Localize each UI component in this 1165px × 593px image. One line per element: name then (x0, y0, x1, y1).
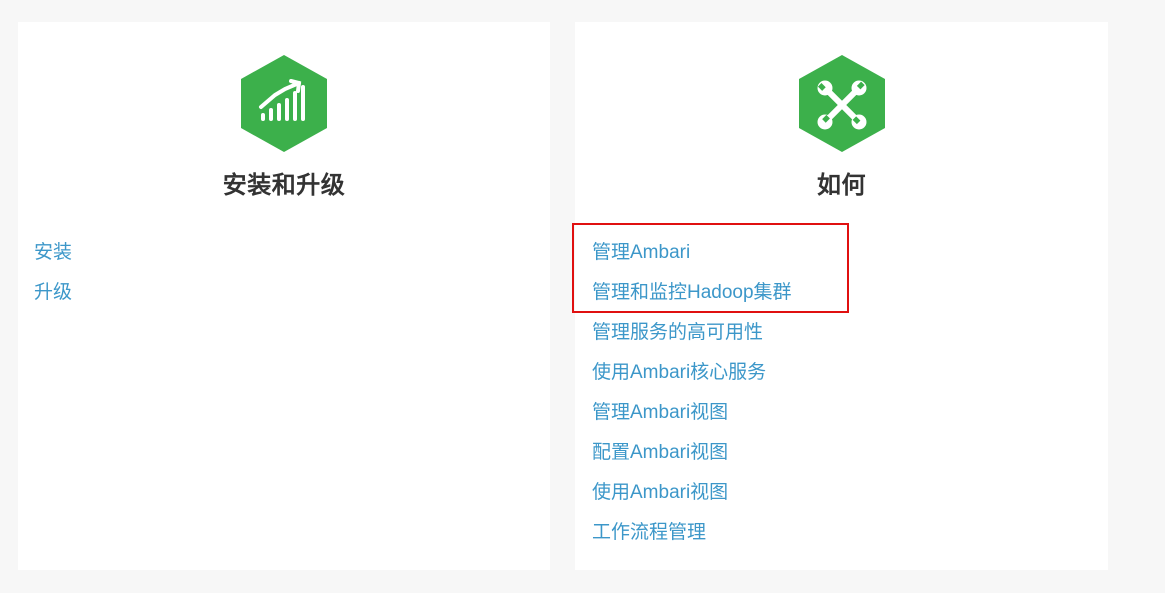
list-item: 安装 (34, 238, 72, 278)
install-link[interactable]: 安装 (34, 242, 72, 263)
list-item: 管理Ambari视图 (592, 398, 792, 438)
manage-ambari-views-link[interactable]: 管理Ambari视图 (592, 402, 728, 423)
workflow-management-link[interactable]: 工作流程管理 (592, 522, 706, 543)
upgrade-link[interactable]: 升级 (34, 282, 72, 303)
list-item: 工作流程管理 (592, 518, 792, 558)
use-ambari-views-link[interactable]: 使用Ambari视图 (592, 482, 728, 503)
list-item: 管理服务的高可用性 (592, 318, 792, 358)
ambari-core-services-link[interactable]: 使用Ambari核心服务 (592, 362, 766, 383)
install-upgrade-card: 安装和升级 安装 升级 (18, 22, 550, 570)
list-item: 配置Ambari视图 (592, 438, 792, 478)
chart-growth-icon (241, 55, 327, 152)
card-title: 如何 (817, 172, 866, 199)
list-item: 使用Ambari核心服务 (592, 358, 792, 398)
link-list: 安装 升级 (34, 238, 72, 318)
wrench-cross-icon (799, 55, 885, 152)
card-title: 安装和升级 (222, 172, 346, 199)
list-item: 使用Ambari视图 (592, 478, 792, 518)
configure-ambari-views-link[interactable]: 配置Ambari视图 (592, 442, 728, 463)
service-high-availability-link[interactable]: 管理服务的高可用性 (592, 322, 763, 343)
highlight-box (572, 223, 849, 313)
list-item: 升级 (34, 278, 72, 318)
